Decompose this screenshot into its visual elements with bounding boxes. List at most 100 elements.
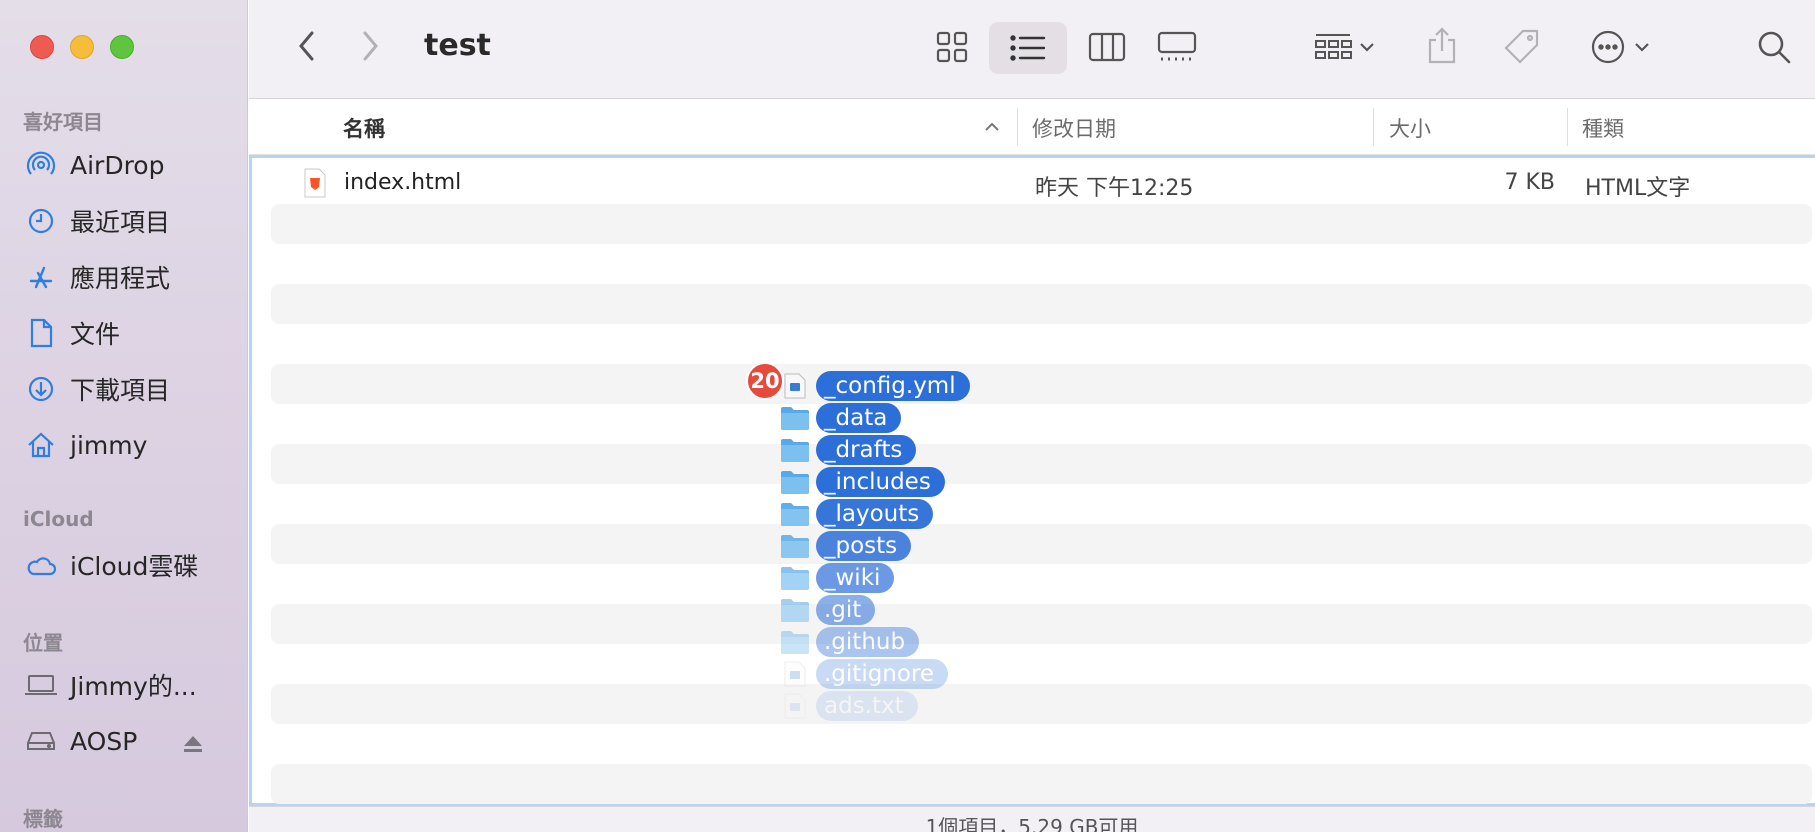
grid-icon [936, 31, 968, 63]
document-icon [24, 316, 58, 350]
sidebar-item-label: AOSP [70, 726, 138, 756]
drag-item: _wiki [780, 563, 895, 593]
sidebar-item-icloud-drive[interactable]: iCloud雲碟 [24, 545, 224, 585]
sidebar-item-label: 文件 [70, 320, 121, 349]
sidebar-item-label: AirDrop [70, 150, 165, 180]
folder-icon [780, 596, 810, 624]
download-icon [24, 372, 58, 406]
column-size[interactable]: 大小 [1389, 113, 1431, 143]
column-view-button[interactable] [1079, 22, 1135, 72]
table-row[interactable]: index.html 昨天 下午12:25 7 KB HTML文字 [252, 166, 1815, 202]
file-modified: 昨天 下午12:25 [1035, 176, 1194, 201]
sidebar-item-applications[interactable]: 應用程式 [24, 257, 224, 297]
drag-item-label: .git [816, 595, 876, 625]
drag-item: _data [780, 403, 902, 433]
icon-view-button[interactable] [924, 22, 980, 72]
sidebar-item-label: 下載項目 [70, 376, 171, 405]
drag-item: ads.txt [780, 691, 918, 721]
sidebar-item-label: iCloud雲碟 [70, 552, 199, 581]
file-icon [780, 660, 810, 688]
column-modified[interactable]: 修改日期 [1032, 113, 1116, 143]
close-window-button[interactable] [30, 35, 54, 59]
sidebar-item-label: jimmy [70, 430, 148, 460]
toolbar: test [249, 0, 1815, 99]
window-title: test [424, 28, 491, 63]
tags-header: 標籤 [23, 807, 63, 831]
more-actions-button[interactable] [1581, 22, 1659, 72]
folder-icon [780, 404, 810, 432]
folder-icon [780, 468, 810, 496]
drag-item-label: .gitignore [816, 659, 949, 689]
share-button[interactable] [1419, 20, 1465, 72]
file-list[interactable]: index.html 昨天 下午12:25 7 KB HTML文字 [249, 155, 1815, 806]
drag-item-label: _data [816, 403, 902, 433]
folder-icon [780, 436, 810, 464]
sidebar-item-documents[interactable]: 文件 [24, 313, 224, 353]
tag-button[interactable] [1497, 22, 1547, 72]
row-stripe [271, 284, 1812, 324]
drag-count-badge: 20 [746, 362, 784, 400]
gallery-icon [1157, 31, 1197, 61]
chevron-left-icon [299, 31, 314, 61]
sidebar-item-recents[interactable]: 最近項目 [24, 201, 224, 241]
sidebar: 喜好項目 AirDrop 最近項目 應用程式 文件 下載項目 jimmy iCl… [0, 0, 248, 832]
chevron-right-icon [363, 31, 378, 61]
status-bar: 1個項目，5.29 GB可用 [249, 806, 1815, 832]
forward-button[interactable] [352, 26, 388, 66]
apps-icon [24, 260, 58, 294]
row-stripe [271, 364, 1812, 404]
sidebar-item-aosp[interactable]: AOSP [24, 721, 224, 761]
list-view-button[interactable] [989, 22, 1067, 74]
sidebar-item-label: 最近項目 [70, 208, 171, 237]
column-divider[interactable] [1373, 108, 1374, 146]
column-header: 名稱 修改日期 大小 種類 [249, 100, 1815, 155]
maximize-window-button[interactable] [110, 35, 134, 59]
group-by-button[interactable] [1304, 22, 1384, 72]
back-button[interactable] [289, 26, 325, 66]
row-stripe [271, 444, 1812, 484]
column-divider[interactable] [1017, 108, 1018, 146]
drag-item-label: ads.txt [816, 691, 918, 721]
laptop-icon [24, 668, 58, 702]
column-divider[interactable] [1567, 108, 1568, 146]
row-stripe [271, 524, 1812, 564]
sidebar-item-home[interactable]: jimmy [24, 425, 224, 465]
drag-item-label: _posts [816, 531, 912, 561]
folder-icon [780, 500, 810, 528]
chevron-down-icon [1360, 43, 1374, 52]
chevron-down-icon [1635, 43, 1649, 52]
icloud-header: iCloud [23, 507, 94, 531]
sidebar-item-mac[interactable]: Jimmy的... [24, 665, 224, 705]
column-kind[interactable]: 種類 [1582, 113, 1624, 143]
sort-ascending-icon[interactable] [984, 122, 1000, 132]
minimize-window-button[interactable] [70, 35, 94, 59]
drag-item-label: _drafts [816, 435, 917, 465]
drag-item: _layouts [780, 499, 934, 529]
sidebar-item-label: Jimmy的... [70, 672, 197, 701]
column-name[interactable]: 名稱 [343, 113, 385, 143]
cloud-icon [24, 548, 58, 582]
folder-icon [780, 628, 810, 656]
drag-item: .gitignore [780, 659, 949, 689]
folder-icon [780, 564, 810, 592]
drag-item-label: _wiki [816, 563, 895, 593]
gallery-view-button[interactable] [1147, 22, 1207, 72]
drag-item: .git [780, 595, 876, 625]
drag-item-label: .github [816, 627, 920, 657]
columns-icon [1088, 32, 1126, 62]
file-icon [780, 372, 810, 400]
html-file-icon [303, 168, 327, 204]
drag-item: _includes [780, 467, 945, 497]
search-button[interactable] [1749, 22, 1799, 72]
row-stripe [271, 204, 1812, 244]
file-name: index.html [344, 170, 462, 195]
eject-icon[interactable] [182, 731, 204, 760]
tag-icon [1504, 29, 1539, 64]
sidebar-item-downloads[interactable]: 下載項目 [24, 369, 224, 409]
clock-icon [24, 204, 58, 238]
drag-item: _config.yml [780, 371, 970, 401]
sidebar-item-airdrop[interactable]: AirDrop [24, 145, 224, 185]
favorites-header: 喜好項目 [23, 110, 103, 134]
file-kind: HTML文字 [1585, 176, 1691, 201]
drag-item: _drafts [780, 435, 917, 465]
